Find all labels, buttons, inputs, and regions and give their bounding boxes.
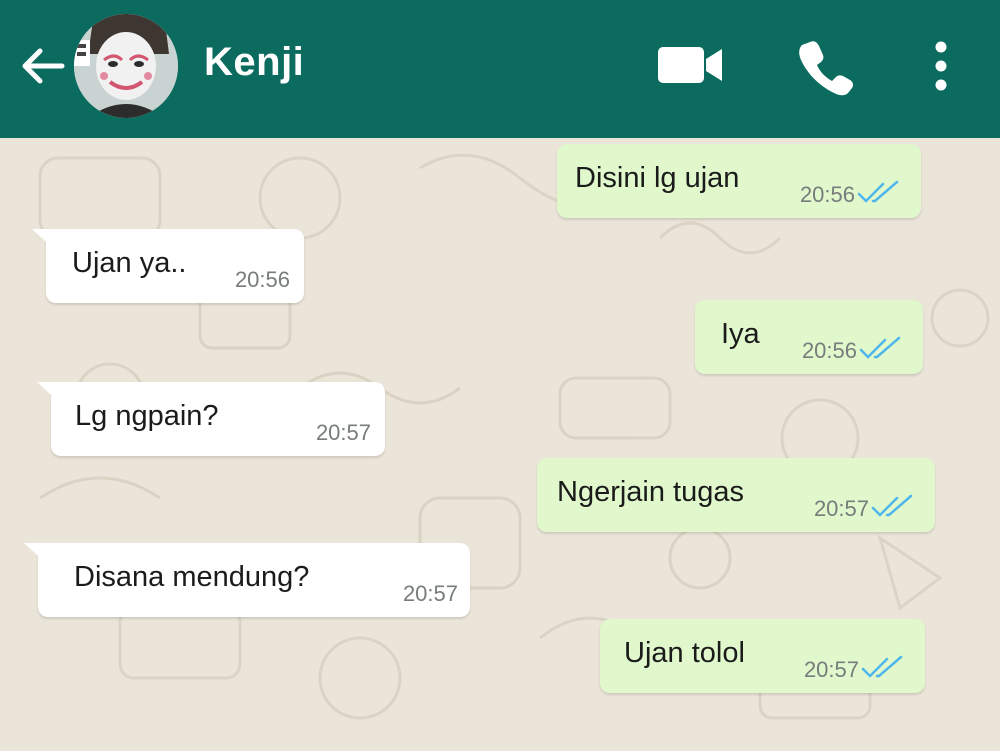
- read-ticks-icon: [861, 655, 903, 678]
- message-text: Disini lg ujan: [575, 162, 740, 194]
- video-call-icon[interactable]: [658, 45, 724, 85]
- message-bubble-outgoing[interactable]: Disini lg ujan 20:56: [557, 144, 921, 218]
- bubble-tail: [24, 543, 48, 565]
- message-time: 20:56: [234, 267, 290, 292]
- message-text: Ujan ya..: [72, 247, 187, 279]
- message-bubble-outgoing[interactable]: Iya 20:56: [695, 300, 923, 374]
- chat-header: Kenji: [0, 0, 1000, 138]
- message-time: 20:57: [813, 496, 869, 521]
- message-time: 20:57: [803, 657, 859, 682]
- message-text: Lg ngpain?: [75, 400, 219, 432]
- contact-name[interactable]: Kenji: [204, 40, 304, 85]
- back-arrow-icon[interactable]: [18, 44, 68, 88]
- chat-area[interactable]: Disini lg ujan 20:56 Ujan ya.. 20:56 Iya…: [0, 138, 1000, 751]
- message-time: 20:56: [799, 182, 855, 207]
- more-options-icon[interactable]: [928, 40, 954, 92]
- read-ticks-icon: [871, 494, 913, 517]
- message-time: 20:57: [315, 420, 371, 445]
- bubble-tail: [32, 229, 56, 251]
- message-bubble-outgoing[interactable]: Ngerjain tugas 20:57: [537, 458, 935, 532]
- message-bubble-outgoing[interactable]: Ujan tolol 20:57: [600, 619, 925, 693]
- message-text: Ngerjain tugas: [557, 476, 744, 508]
- message-bubble-incoming[interactable]: Ujan ya.. 20:56: [32, 229, 304, 303]
- message-time: 20:57: [402, 581, 458, 606]
- message-time: 20:56: [801, 338, 857, 363]
- message-bubble-incoming[interactable]: Lg ngpain? 20:57: [37, 382, 385, 456]
- message-text: Iya: [721, 318, 760, 350]
- bubble-tail: [37, 382, 61, 404]
- avatar[interactable]: [74, 14, 178, 118]
- message-text: Disana mendung?: [74, 561, 310, 593]
- message-bubble-incoming[interactable]: Disana mendung? 20:57: [24, 543, 470, 617]
- read-ticks-icon: [859, 336, 901, 359]
- read-ticks-icon: [857, 180, 899, 203]
- avatar-photo: [74, 14, 178, 118]
- message-text: Ujan tolol: [624, 637, 745, 669]
- voice-call-icon[interactable]: [796, 38, 854, 96]
